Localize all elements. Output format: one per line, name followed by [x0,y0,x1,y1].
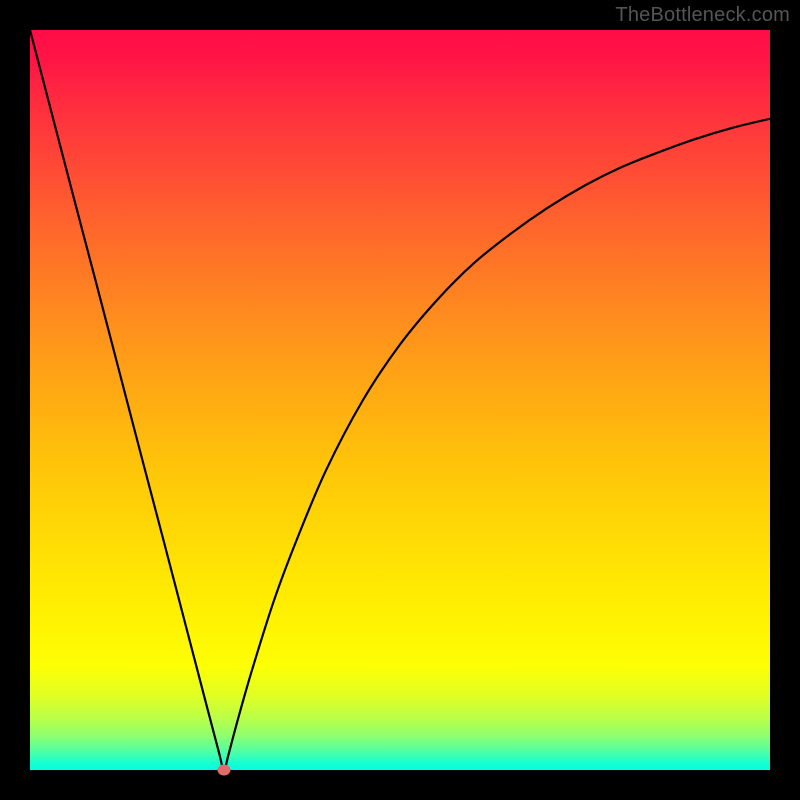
bottleneck-curve [30,30,770,770]
plot-area [30,30,770,770]
chart-frame: TheBottleneck.com [0,0,800,800]
optimum-marker [217,765,230,776]
watermark-label: TheBottleneck.com [615,4,790,27]
